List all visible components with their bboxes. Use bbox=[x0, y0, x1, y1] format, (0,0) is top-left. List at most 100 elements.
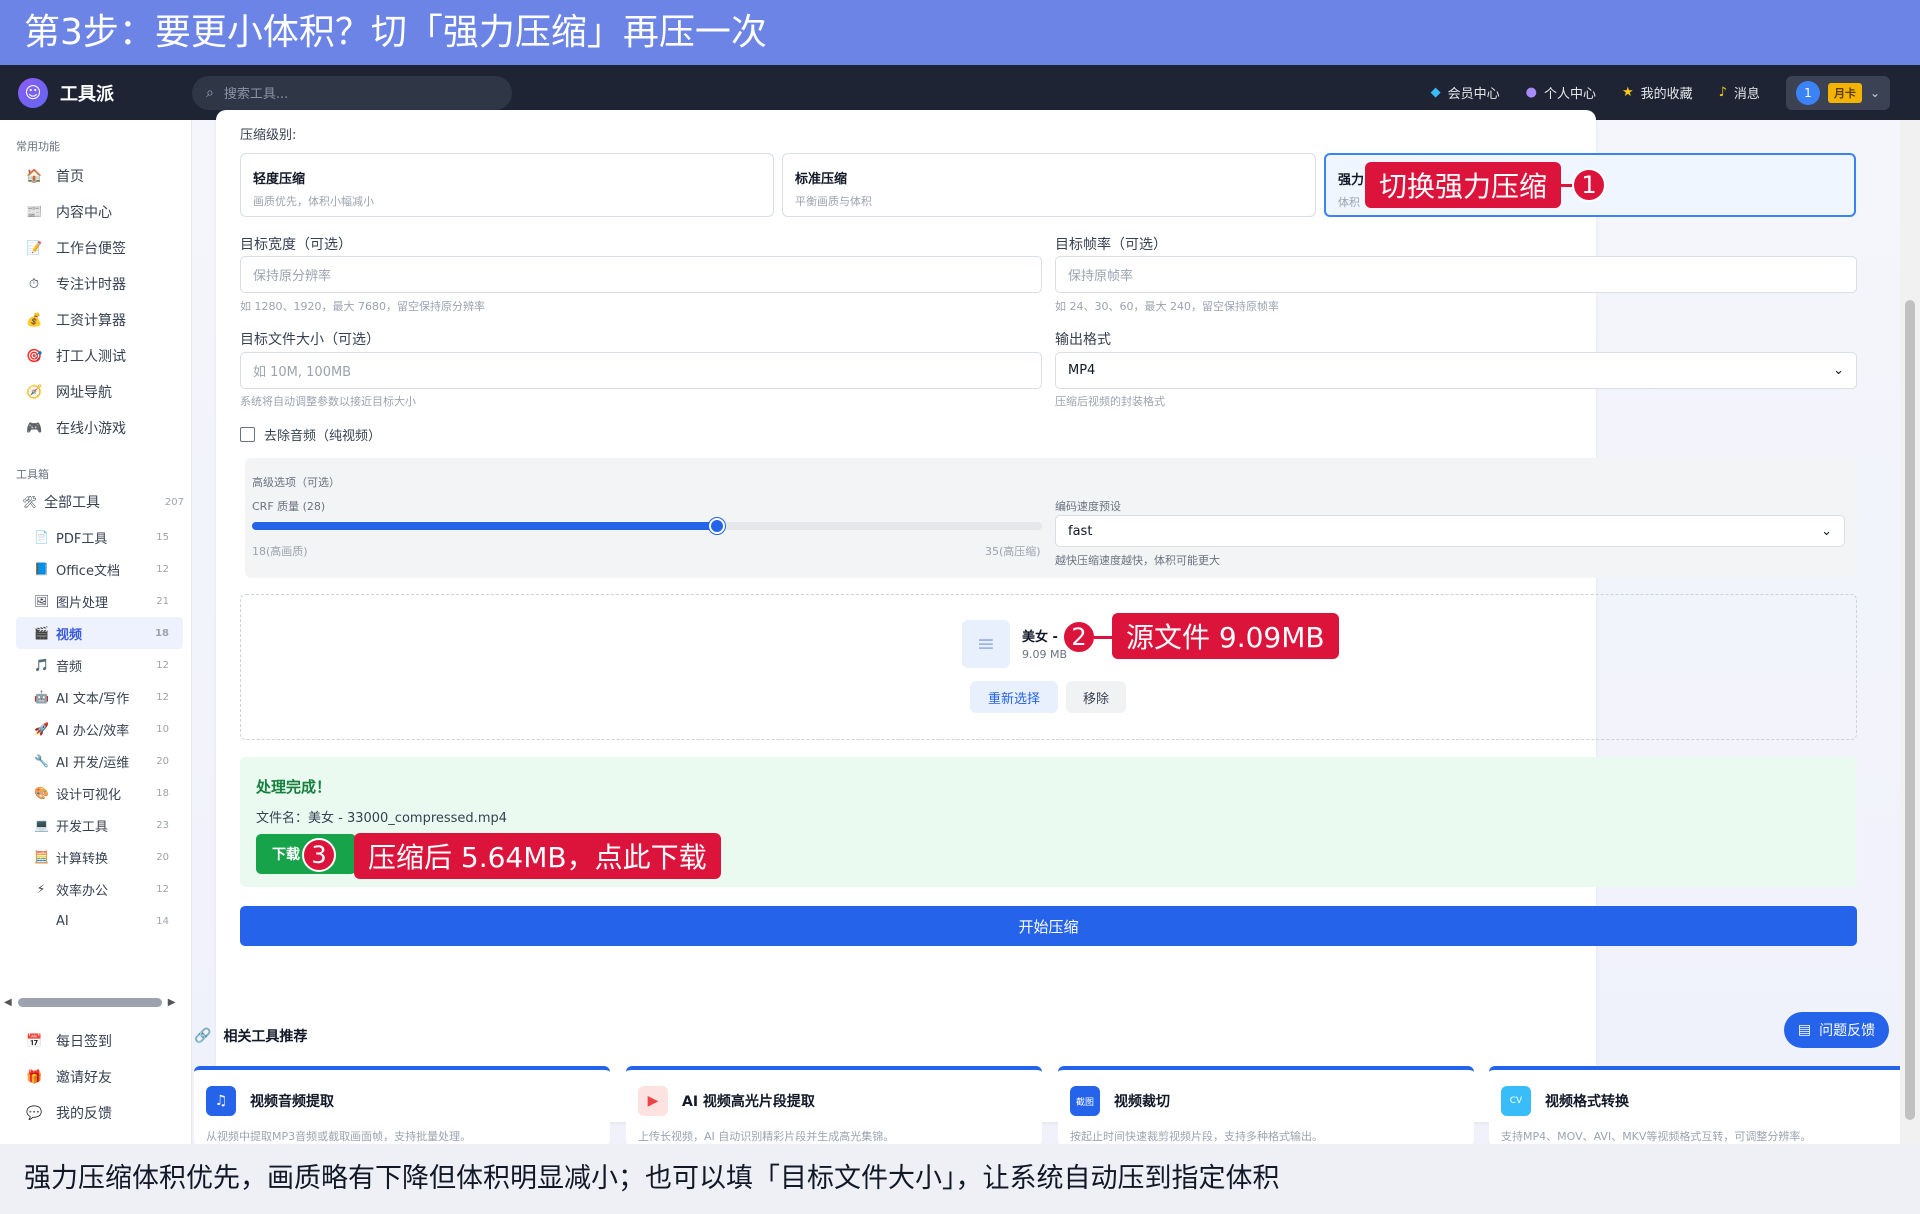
preset-hint: 越快压缩速度越快，体积可能更大 bbox=[1055, 554, 1220, 567]
sidebar-item-icon: 🖼 bbox=[34, 594, 50, 608]
related-tool-card[interactable]: ▶ AI 视频高光片段提取 上传长视频，AI 自动识别精彩片段并生成高光集锦。 bbox=[626, 1066, 1042, 1146]
sidebar-item-label: 音频 bbox=[56, 659, 83, 675]
sidebar-item-category[interactable]: 🔧 AI 开发/运维 20 bbox=[16, 745, 183, 777]
chevron-down-icon: ⌄ bbox=[1833, 363, 1844, 378]
sidebar-item-category[interactable]: 🤖 AI 文本/写作 12 bbox=[16, 681, 183, 713]
sidebar-item-count: 12 bbox=[156, 563, 169, 575]
sidebar-item-category[interactable]: ⚡ 效率办公 12 bbox=[16, 873, 183, 905]
sidebar-item-bottom[interactable]: 📅 每日签到 bbox=[0, 1023, 191, 1059]
sidebar-item-common[interactable]: 📰 内容中心 bbox=[0, 194, 191, 230]
target-size-input[interactable]: 如 10M, 100MB bbox=[240, 352, 1042, 389]
target-fps-input[interactable]: 保持原帧率 bbox=[1055, 256, 1857, 293]
sidebar-item-common[interactable]: ⏱ 专注计时器 bbox=[0, 266, 191, 302]
sidebar-item-category[interactable]: 🖼 图片处理 21 bbox=[16, 585, 183, 617]
star-icon: ★ bbox=[1621, 85, 1634, 100]
sidebar-item-category[interactable]: 🎵 音频 12 bbox=[16, 649, 183, 681]
sidebar-item-count: 12 bbox=[156, 691, 169, 703]
related-tool-icon: CV bbox=[1501, 1086, 1531, 1116]
remove-audio-option[interactable]: 去除音频（纯视频） bbox=[240, 425, 381, 444]
membership-badge: 月卡 bbox=[1827, 82, 1862, 103]
sidebar-item-count: 12 bbox=[156, 659, 169, 671]
reselect-button[interactable]: 重新选择 bbox=[970, 681, 1058, 713]
profile-link[interactable]: ● 个人中心 bbox=[1526, 83, 1596, 102]
sidebar-item-common[interactable]: 🧭 网址导航 bbox=[0, 374, 191, 410]
sidebar-item-category[interactable]: 📄 PDF工具 15 bbox=[16, 521, 183, 553]
search-input[interactable]: ⌕ 搜索工具... bbox=[192, 75, 512, 110]
avatar: 1 bbox=[1795, 80, 1820, 105]
sidebar-item-category[interactable]: 💻 开发工具 23 bbox=[16, 809, 183, 841]
preset-select[interactable]: fast ⌄ bbox=[1055, 515, 1845, 547]
sidebar-item-all-tools[interactable]: 🛠 全部工具 207 bbox=[6, 486, 190, 518]
sidebar-item-label: 在线小游戏 bbox=[56, 421, 126, 437]
sidebar-item-label: AI bbox=[56, 913, 69, 929]
start-compress-button[interactable]: 开始压缩 bbox=[240, 906, 1857, 946]
chevron-down-icon: ⌄ bbox=[1869, 85, 1880, 100]
sidebar-item-icon: 💰 bbox=[26, 312, 43, 328]
sidebar-item-category[interactable]: 🎬 视频 18 bbox=[16, 617, 183, 649]
sidebar-item-category[interactable]: 🎨 设计可视化 18 bbox=[16, 777, 183, 809]
sidebar-item-bottom[interactable]: 🎁 邀请好友 bbox=[0, 1059, 191, 1095]
upload-area[interactable] bbox=[240, 594, 1857, 740]
favorites-link[interactable]: ★ 我的收藏 bbox=[1622, 83, 1693, 102]
sidebar-item-common[interactable]: 🎯 打工人测试 bbox=[0, 338, 191, 374]
remove-file-button[interactable]: 移除 bbox=[1066, 681, 1126, 713]
sidebar-item-category[interactable]: AI 14 bbox=[16, 905, 183, 937]
related-tool-card[interactable]: CV 视频格式转换 支持MP4、MOV、AVI、MKV等视频格式互转，可调整分辨率。 bbox=[1489, 1066, 1905, 1146]
sidebar-item-count: 207 bbox=[164, 496, 184, 508]
sidebar-item-common[interactable]: 🎮 在线小游戏 bbox=[0, 410, 191, 446]
member-center-label: 会员中心 bbox=[1447, 87, 1500, 102]
sidebar-item-icon: 🎮 bbox=[26, 420, 43, 436]
sidebar-horizontal-scrollbar[interactable]: ◀ ▶ bbox=[4, 996, 184, 1008]
sidebar-item-label: 邀请好友 bbox=[56, 1070, 112, 1086]
output-format-select[interactable]: MP4 ⌄ bbox=[1055, 352, 1857, 389]
level-light-option[interactable]: 轻度压缩 画质优先，体积小幅减小 bbox=[240, 153, 774, 217]
crf-slider-fill bbox=[252, 522, 717, 530]
remove-audio-checkbox[interactable] bbox=[240, 427, 255, 442]
target-width-input[interactable]: 保持原分辨率 bbox=[240, 256, 1042, 293]
sidebar-item-label: AI 开发/运维 bbox=[56, 755, 130, 771]
sidebar-item-common[interactable]: 🏠 首页 bbox=[0, 158, 191, 194]
sidebar-item-label: 工作台便签 bbox=[56, 241, 126, 257]
related-tool-header: ♫ 视频音频提取 bbox=[206, 1086, 598, 1116]
related-tool-title: 视频格式转换 bbox=[1545, 1094, 1629, 1110]
sidebar-item-category[interactable]: 🧮 计算转换 20 bbox=[16, 841, 183, 873]
sidebar-item-label: Office文档 bbox=[56, 563, 120, 579]
sidebar-item-icon: ⏱ bbox=[28, 276, 40, 292]
app-name[interactable]: 工具派 bbox=[60, 80, 170, 106]
related-tool-card[interactable]: 截图 视频裁切 按起止时间快速裁剪视频片段，支持多种格式输出。 bbox=[1058, 1066, 1474, 1146]
related-tool-icon: ♫ bbox=[206, 1086, 236, 1116]
sidebar-item-category[interactable]: 🚀 AI 办公/效率 10 bbox=[16, 713, 183, 745]
remove-audio-label: 去除音频（纯视频） bbox=[264, 429, 382, 444]
related-tool-desc: 从视频中提取MP3音频或截取画面帧，支持批量处理。 bbox=[206, 1130, 472, 1143]
result-title: 处理完成！ bbox=[256, 778, 332, 796]
sidebar-item-common[interactable]: 💰 工资计算器 bbox=[0, 302, 191, 338]
related-tool-card[interactable]: ♫ 视频音频提取从视频中提取MP3音频或截取画面帧，支持批量处理。 bbox=[194, 1066, 610, 1146]
sidebar-item-label: 每日签到 bbox=[56, 1034, 112, 1050]
sidebar-item-category[interactable]: 📘 Office文档 12 bbox=[16, 553, 183, 585]
user-menu[interactable]: 1 月卡 ⌄ bbox=[1785, 75, 1890, 110]
tools-icon: 🛠 bbox=[22, 495, 38, 509]
crf-slider[interactable] bbox=[252, 518, 1042, 534]
feedback-button[interactable]: ▤ 问题反馈 bbox=[1784, 1012, 1889, 1048]
scroll-right-icon[interactable]: ▶ bbox=[168, 997, 176, 1008]
messages-link[interactable]: ♪ 消息 bbox=[1719, 83, 1760, 102]
scrollbar-thumb[interactable] bbox=[17, 997, 162, 1007]
sidebar-item-icon: 🎵 bbox=[34, 658, 49, 672]
crf-slider-handle[interactable] bbox=[708, 518, 725, 534]
member-center-link[interactable]: ◆ 会员中心 bbox=[1431, 83, 1500, 102]
sidebar-item-label: 我的反馈 bbox=[56, 1106, 112, 1122]
step-badge-3: 3 bbox=[302, 838, 336, 872]
sidebar-item-count: 14 bbox=[156, 915, 169, 927]
app-logo-icon[interactable]: ☺ bbox=[18, 77, 48, 108]
page-scrollbar[interactable] bbox=[1900, 120, 1920, 1144]
page-scrollbar-thumb[interactable] bbox=[1905, 300, 1915, 1120]
sidebar-item-count: 15 bbox=[156, 531, 169, 543]
level-standard-option[interactable]: 标准压缩 平衡画质与体积 bbox=[782, 153, 1316, 217]
feedback-label: 问题反馈 bbox=[1819, 1023, 1876, 1039]
sidebar-section-common: 常用功能 bbox=[16, 140, 60, 153]
sidebar-item-common[interactable]: 📝 工作台便签 bbox=[0, 230, 191, 266]
sidebar-item-icon: 📰 bbox=[26, 204, 43, 220]
scroll-left-icon[interactable]: ◀ bbox=[4, 997, 12, 1008]
sidebar-item-count: 12 bbox=[156, 883, 169, 895]
sidebar-item-bottom[interactable]: 💬 我的反馈 bbox=[0, 1095, 191, 1131]
